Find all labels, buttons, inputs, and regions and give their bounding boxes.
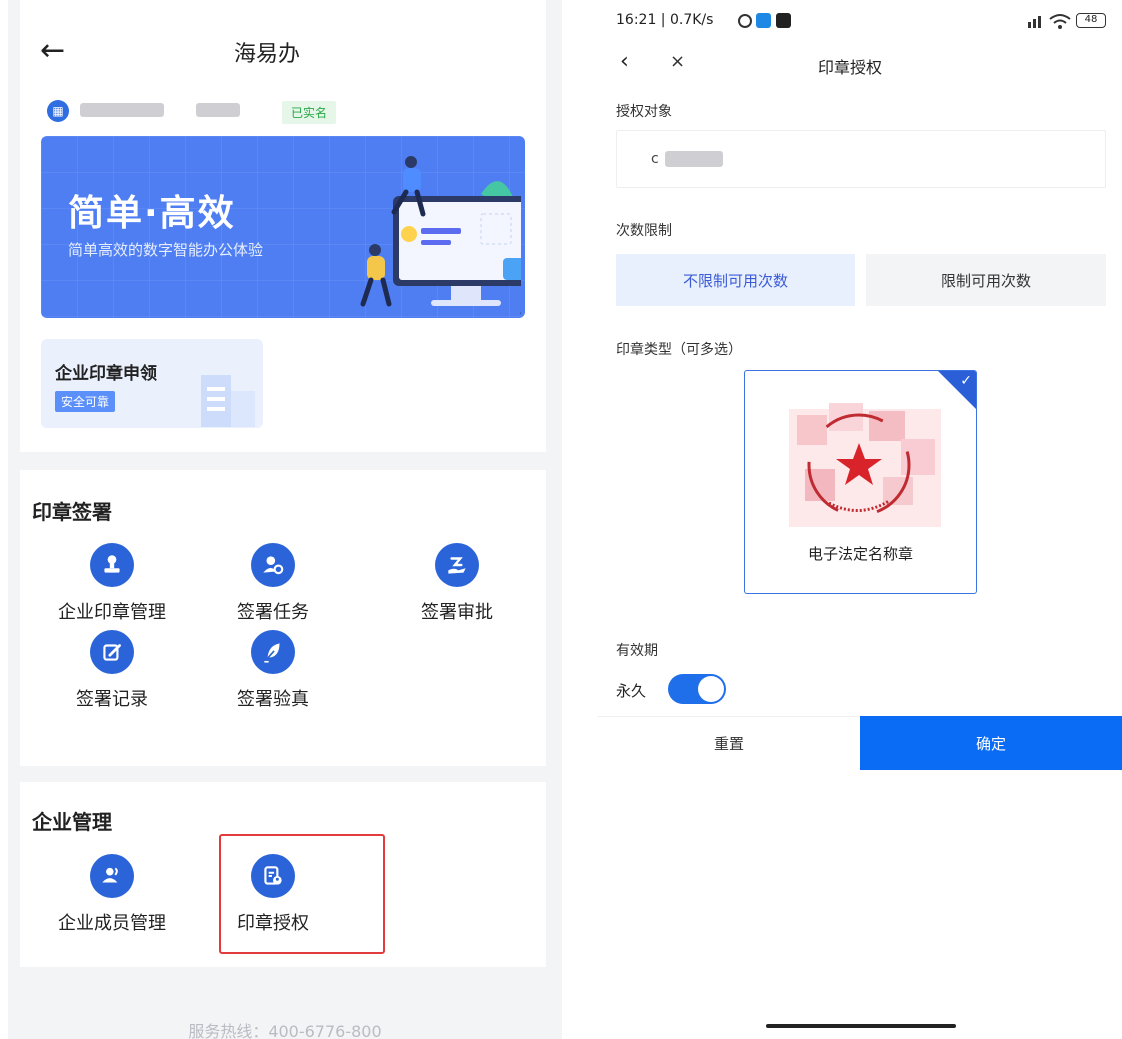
member-management-label: 企业成员管理 bbox=[58, 913, 166, 934]
page-title: 海易办 bbox=[234, 42, 301, 67]
building-card-icon bbox=[201, 375, 255, 427]
signing-approval-item[interactable]: 签署审批 bbox=[382, 543, 532, 624]
limited-count-option[interactable]: 限制可用次数 bbox=[866, 254, 1106, 306]
signal-icon bbox=[1028, 16, 1041, 28]
banner-title: 简单·高效 bbox=[68, 193, 236, 234]
battery-level: 48 bbox=[1084, 14, 1098, 25]
verified-badge: 已实名 bbox=[282, 101, 337, 124]
status-bar-info: 16:21 | 0.7K/s bbox=[616, 12, 714, 28]
highlight-box bbox=[219, 834, 385, 954]
safe-tag: 安全可靠 bbox=[55, 391, 116, 412]
edit-record-icon bbox=[90, 630, 134, 674]
hand-approve-icon bbox=[435, 543, 479, 587]
seal-image bbox=[789, 403, 941, 527]
promo-banner[interactable]: 简单·高效 简单高效的数字智能办公体验 bbox=[41, 136, 525, 318]
seal-signing-section: 印章签署 企业印章管理 签署任务 签署审批 签署记录 签署验真 bbox=[20, 470, 546, 766]
validity-value: 永久 bbox=[616, 682, 647, 700]
signing-task-label: 签署任务 bbox=[237, 602, 309, 623]
seal-type-option[interactable]: ✓ 电子法定名称章 bbox=[744, 370, 977, 594]
home-indicator bbox=[766, 1024, 956, 1028]
auth-target-input[interactable]: c bbox=[616, 130, 1106, 188]
signing-verify-item[interactable]: 签署验真 bbox=[198, 630, 348, 711]
left-screen: ← 海易办 ▦ 已实名 简单·高效 简单高效的数字智能办公体验 企业印章申领 安… bbox=[8, 0, 562, 1039]
alarm-icon bbox=[738, 14, 752, 28]
confirm-button[interactable]: 确定 bbox=[860, 716, 1122, 770]
toggle-knob bbox=[698, 676, 724, 702]
signing-verify-label: 签署验真 bbox=[237, 689, 309, 710]
members-icon bbox=[90, 854, 134, 898]
user-gear-icon bbox=[251, 543, 295, 587]
auth-target-value: c bbox=[651, 151, 659, 167]
unlimited-count-option[interactable]: 不限制可用次数 bbox=[616, 254, 855, 306]
signing-approval-label: 签署审批 bbox=[421, 602, 493, 623]
service-hotline: 服务热线：400-6776-800 bbox=[188, 1022, 382, 1039]
seal-apply-card[interactable]: 企业印章申领 安全可靠 bbox=[41, 339, 263, 428]
building-icon: ▦ bbox=[47, 100, 69, 122]
stamp-icon bbox=[90, 543, 134, 587]
seal-management-item[interactable]: 企业印章管理 bbox=[37, 543, 187, 624]
close-icon[interactable]: × bbox=[670, 52, 685, 72]
signing-task-item[interactable]: 签署任务 bbox=[198, 543, 348, 624]
wifi-icon bbox=[1049, 14, 1071, 29]
battery-icon: 48 bbox=[1076, 13, 1106, 28]
check-icon: ✓ bbox=[960, 373, 972, 389]
company-name-blurred-2 bbox=[196, 103, 240, 117]
reset-button[interactable]: 重置 bbox=[598, 716, 860, 770]
app-notification-icon bbox=[756, 13, 771, 28]
seal-type-label: 印章类型（可多选） bbox=[616, 342, 742, 358]
enterprise-management-title: 企业管理 bbox=[32, 810, 112, 834]
auth-target-label: 授权对象 bbox=[616, 104, 672, 120]
auth-target-blurred bbox=[665, 151, 723, 167]
tiktok-notification-icon bbox=[776, 13, 791, 28]
seal-apply-title: 企业印章申领 bbox=[55, 364, 157, 384]
arrow-left-icon[interactable]: ← bbox=[40, 36, 65, 66]
right-screen: 16:21 | 0.7K/s 48 ‹ × 印章授权 授权对象 c 次数限制 不… bbox=[598, 0, 1122, 1039]
nav-title: 印章授权 bbox=[818, 58, 883, 77]
seal-signing-title: 印章签署 bbox=[32, 500, 112, 524]
signing-record-item[interactable]: 签署记录 bbox=[37, 630, 187, 711]
count-limit-label: 次数限制 bbox=[616, 223, 672, 239]
signing-record-label: 签署记录 bbox=[76, 689, 148, 710]
seal-option-name: 电子法定名称章 bbox=[807, 545, 913, 563]
feather-verify-icon bbox=[251, 630, 295, 674]
validity-label: 有效期 bbox=[616, 643, 658, 659]
seal-management-label: 企业印章管理 bbox=[58, 602, 166, 623]
validity-toggle[interactable] bbox=[668, 674, 726, 704]
chevron-left-icon[interactable]: ‹ bbox=[620, 50, 629, 74]
banner-subtitle: 简单高效的数字智能办公体验 bbox=[68, 241, 264, 259]
company-name-blurred bbox=[80, 103, 164, 117]
member-management-item[interactable]: 企业成员管理 bbox=[37, 854, 187, 935]
office-illustration bbox=[360, 156, 521, 314]
